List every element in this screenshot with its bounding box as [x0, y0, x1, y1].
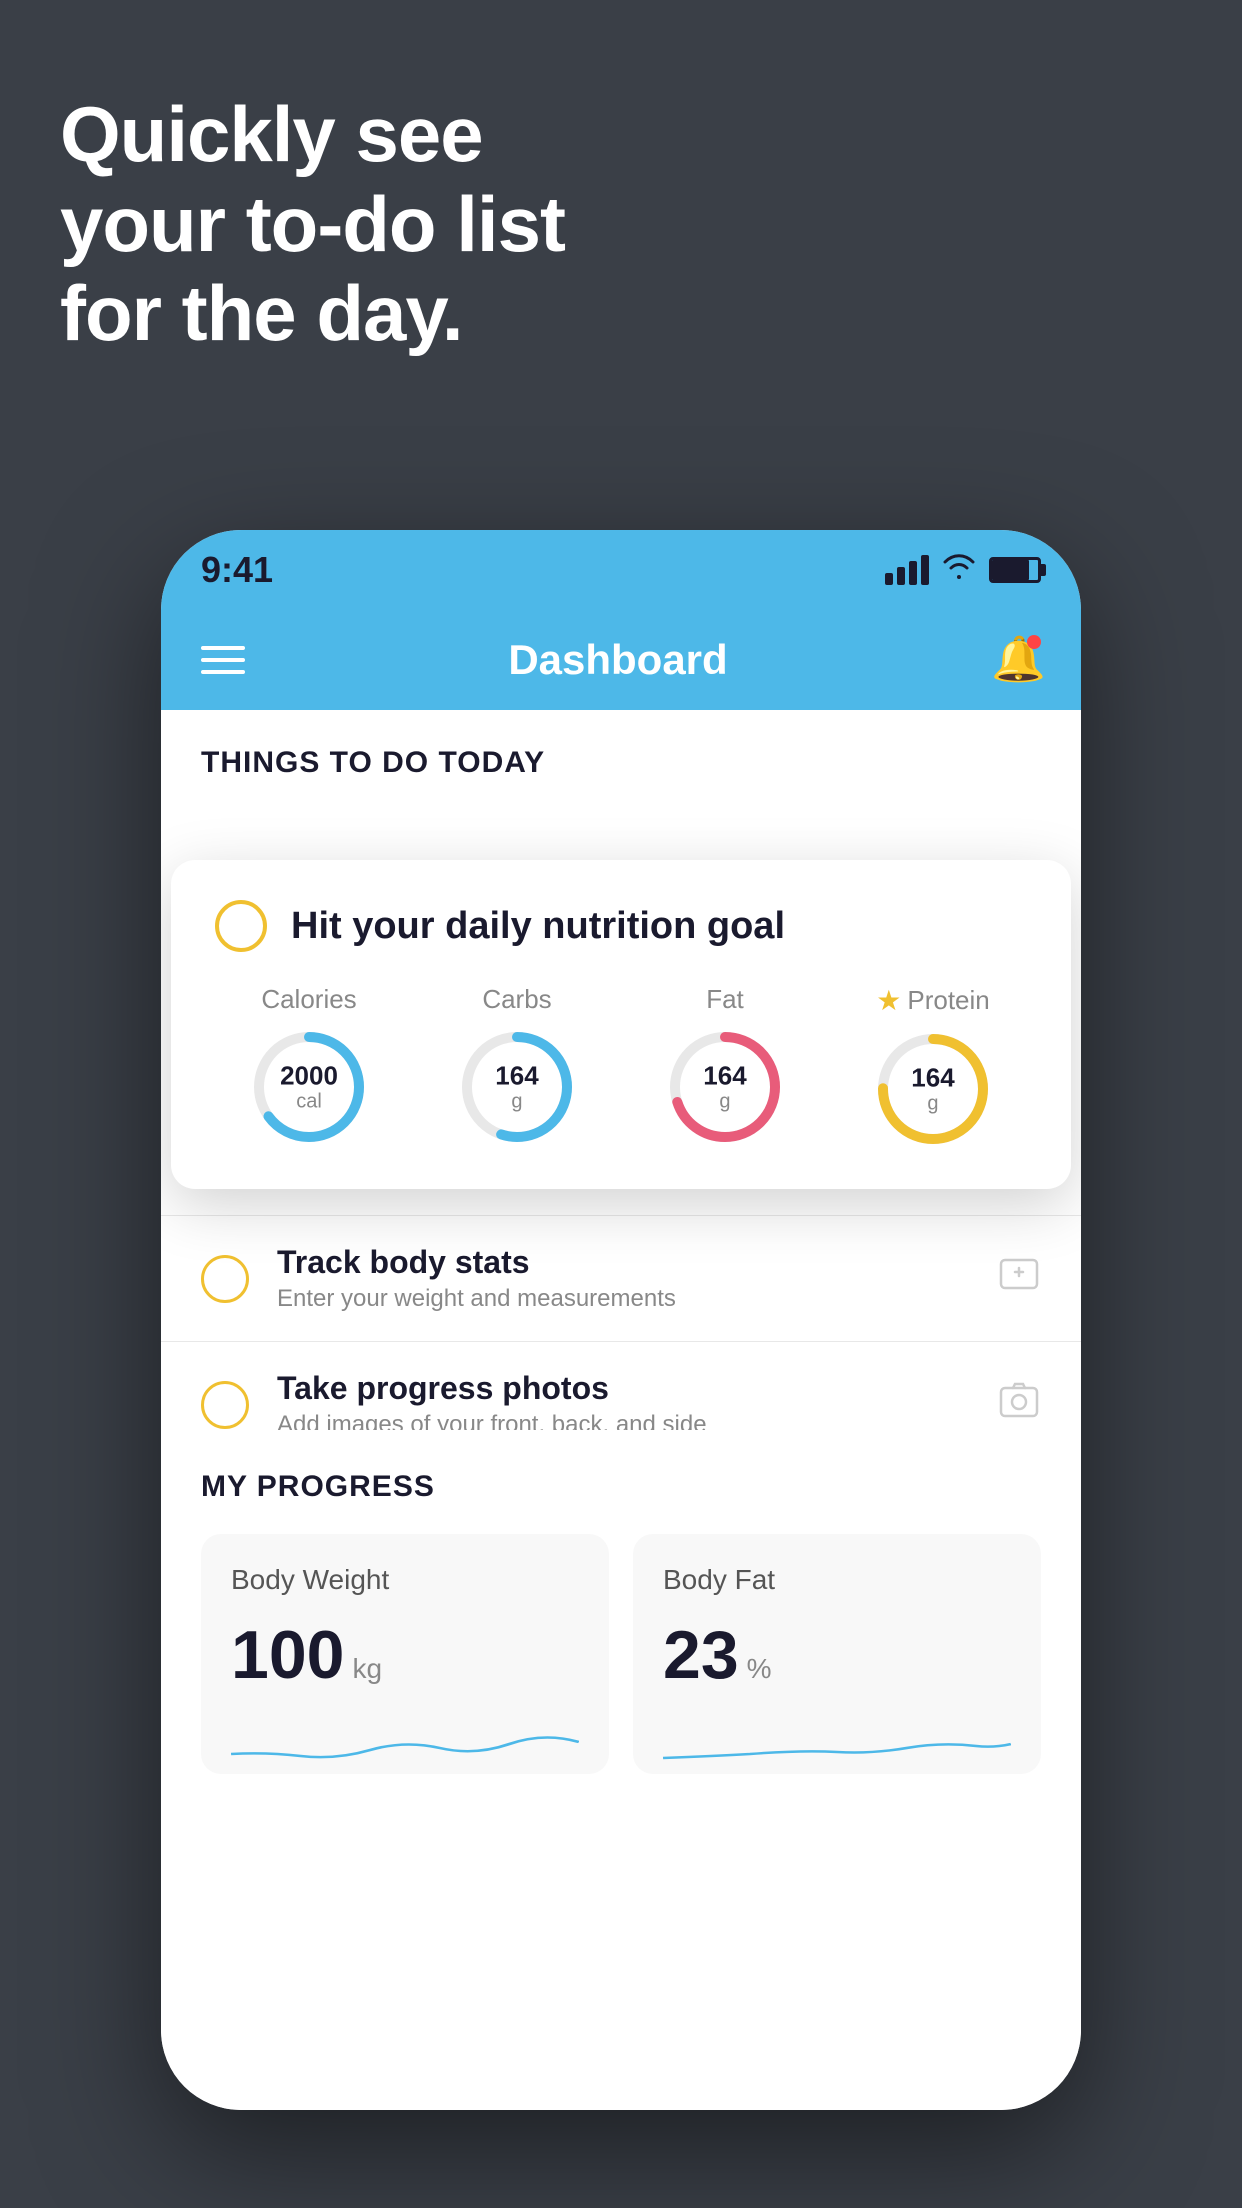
todo-circle-photos — [201, 1381, 249, 1429]
calories-donut: 2000 cal — [249, 1027, 369, 1147]
wifi-icon — [943, 553, 975, 587]
status-time: 9:41 — [201, 549, 273, 591]
todo-desc-bodystats: Enter your weight and measurements — [277, 1285, 969, 1313]
calories-stat: Calories 2000 cal — [249, 984, 369, 1149]
fat-donut: 164 g — [665, 1027, 785, 1147]
nutrition-radio[interactable] — [215, 900, 267, 952]
todo-item-bodystats[interactable]: Track body stats Enter your weight and m… — [161, 1216, 1081, 1342]
todo-name-photos: Take progress photos — [277, 1370, 969, 1407]
protein-label: Protein — [907, 985, 989, 1016]
body-weight-card: Body Weight 100 kg — [201, 1534, 609, 1774]
hero-text: Quickly see your to-do list for the day. — [60, 90, 565, 359]
status-icons — [885, 553, 1041, 587]
notification-button[interactable]: 🔔 — [991, 633, 1041, 687]
hero-line1: Quickly see — [60, 90, 565, 180]
protein-label-row: ★ Protein — [876, 984, 990, 1017]
phone-content: THINGS TO DO TODAY Hit your daily nutrit… — [161, 710, 1081, 2110]
protein-stat: ★ Protein 164 g — [873, 984, 993, 1149]
body-weight-value: 100 — [231, 1616, 344, 1694]
notification-badge — [1027, 635, 1041, 649]
hero-line3: for the day. — [60, 269, 565, 359]
phone-wrapper: 9:41 — [141, 530, 1101, 2110]
fat-label: Fat — [706, 984, 744, 1015]
body-fat-card: Body Fat 23 % — [633, 1534, 1041, 1774]
protein-donut: 164 g — [873, 1029, 993, 1149]
todo-name-bodystats: Track body stats — [277, 1244, 969, 1281]
calories-label: Calories — [261, 984, 356, 1015]
nutrition-card-title: Hit your daily nutrition goal — [291, 905, 785, 948]
fat-stat: Fat 164 g — [665, 984, 785, 1149]
body-weight-title: Body Weight — [231, 1564, 579, 1596]
body-fat-title: Body Fat — [663, 1564, 1011, 1596]
battery-icon — [989, 557, 1041, 583]
body-fat-value: 23 — [663, 1616, 739, 1694]
phone: 9:41 — [161, 530, 1081, 2110]
nutrition-stats: Calories 2000 cal — [215, 984, 1027, 1149]
todo-circle-bodystats — [201, 1255, 249, 1303]
body-fat-chart — [663, 1714, 1011, 1774]
signal-bars-icon — [885, 555, 929, 585]
carbs-donut: 164 g — [457, 1027, 577, 1147]
todo-text-bodystats: Track body stats Enter your weight and m… — [277, 1244, 969, 1313]
things-section-header: THINGS TO DO TODAY — [161, 710, 1081, 800]
menu-button[interactable] — [201, 646, 245, 674]
nutrition-card: Hit your daily nutrition goal Calories — [171, 860, 1071, 1189]
status-bar: 9:41 — [161, 530, 1081, 610]
carbs-stat: Carbs 164 g — [457, 984, 577, 1149]
star-icon: ★ — [876, 984, 901, 1017]
header-title: Dashboard — [508, 636, 727, 684]
body-weight-unit: kg — [352, 1653, 382, 1685]
todo-text-photos: Take progress photos Add images of your … — [277, 1370, 969, 1439]
body-fat-value-row: 23 % — [663, 1616, 1011, 1694]
hero-line2: your to-do list — [60, 180, 565, 270]
photo-icon — [997, 1380, 1041, 1430]
progress-section: MY PROGRESS Body Weight 100 kg — [161, 1430, 1081, 1814]
things-section-title: THINGS TO DO TODAY — [201, 746, 545, 779]
progress-section-title: MY PROGRESS — [201, 1470, 1041, 1504]
carbs-label: Carbs — [482, 984, 551, 1015]
progress-cards: Body Weight 100 kg Body Fat — [201, 1534, 1041, 1774]
body-fat-unit: % — [747, 1653, 772, 1685]
app-header: Dashboard 🔔 — [161, 610, 1081, 710]
body-weight-chart — [231, 1714, 579, 1774]
body-weight-value-row: 100 kg — [231, 1616, 579, 1694]
scale-icon — [997, 1254, 1041, 1304]
